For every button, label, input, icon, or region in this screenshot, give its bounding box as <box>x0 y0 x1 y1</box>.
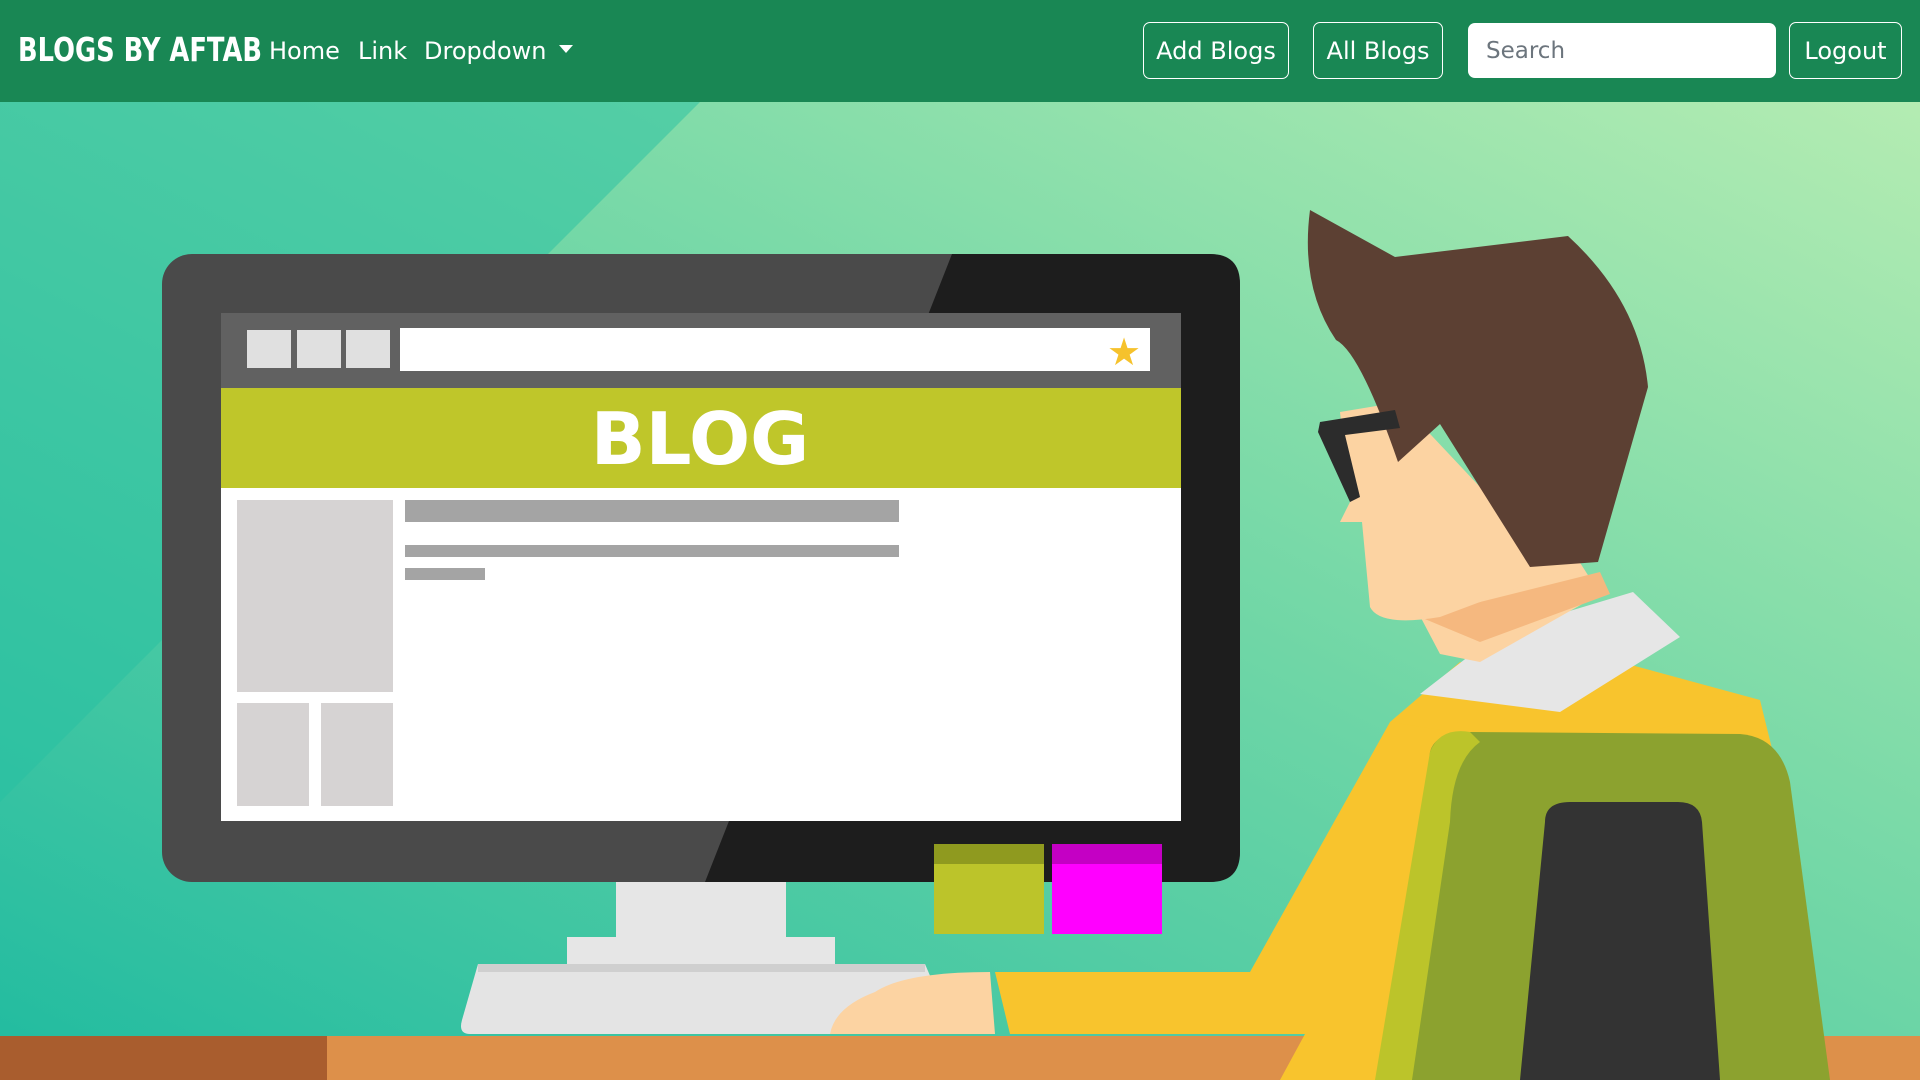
browser-tab-1 <box>247 330 291 368</box>
post-thumb-placeholder-2 <box>321 703 393 806</box>
browser-address-bar <box>400 328 1150 371</box>
brand-logo[interactable]: BLOGS BY AFTAB <box>18 30 262 70</box>
nav-link-home[interactable]: Home <box>269 33 340 69</box>
post-text-placeholder-1 <box>405 545 899 557</box>
top-navbar: BLOGS BY AFTAB Home Link Dropdown Add Bl… <box>0 0 1920 102</box>
browser-tab-2 <box>297 330 341 368</box>
add-blogs-button[interactable]: Add Blogs <box>1143 22 1289 79</box>
star-icon: ★ <box>1107 330 1141 374</box>
caret-down-icon <box>558 45 573 53</box>
post-title-placeholder <box>405 500 899 522</box>
nav-link-link[interactable]: Link <box>358 33 407 69</box>
post-thumb-placeholder-1 <box>237 703 309 806</box>
hero-illustration: ★ BLOG <box>0 102 1920 1080</box>
post-text-placeholder-2 <box>405 568 485 580</box>
monitor-screen: ★ BLOG <box>221 313 1181 821</box>
nav-dropdown[interactable]: Dropdown <box>424 33 573 69</box>
post-image-placeholder <box>237 500 393 692</box>
sticky-note-magenta <box>1052 844 1162 934</box>
nav-dropdown-label: Dropdown <box>424 37 547 65</box>
logout-button[interactable]: Logout <box>1789 22 1902 79</box>
browser-tab-3 <box>346 330 390 368</box>
blog-banner-text: BLOG <box>591 397 810 481</box>
all-blogs-button[interactable]: All Blogs <box>1313 22 1443 79</box>
search-input[interactable] <box>1468 23 1776 78</box>
sticky-note-green <box>934 844 1044 934</box>
